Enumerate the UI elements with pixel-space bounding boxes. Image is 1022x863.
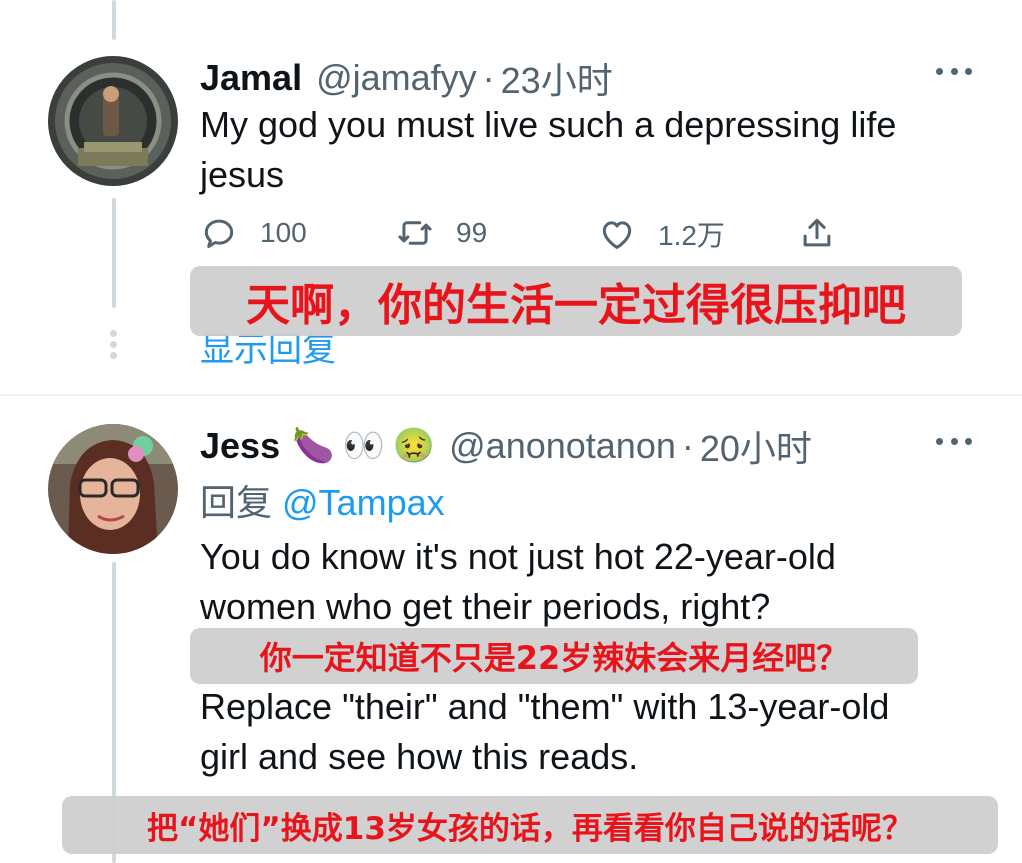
display-name[interactable]: Jamal xyxy=(200,57,302,99)
like-count: 1.2万 xyxy=(658,220,725,251)
separator-dot: · xyxy=(681,425,694,466)
share-button[interactable] xyxy=(798,214,836,252)
subtitle-caption: 你一定知道不只是22岁辣妹会来月经吧？ xyxy=(190,628,918,684)
tweet-text-line: jesus xyxy=(200,154,285,195)
more-icon[interactable] xyxy=(936,66,972,76)
tweet-text-line: women who get their periods, right? xyxy=(200,586,771,627)
reply-icon xyxy=(204,219,234,248)
tweet-actions: 100 99 1.2万 xyxy=(200,214,840,264)
thread-line-jamal xyxy=(112,198,116,308)
avatar-jess[interactable] xyxy=(48,424,178,554)
eggplant-emoji-icon: 🍆 xyxy=(292,427,335,465)
eyes-emoji-icon: 👀 xyxy=(342,427,385,465)
reply-label: 回复 xyxy=(200,482,273,523)
user-handle[interactable]: @anonotanon xyxy=(449,425,676,467)
mention-link[interactable]: @Tampax xyxy=(282,482,445,523)
separator-dot: · xyxy=(482,57,495,98)
tweet-header-jamal: Jamal @jamafyy · 23小时 xyxy=(200,52,613,104)
tweet-text: You do know it's not just hot 22-year-ol… xyxy=(200,532,836,632)
nauseated-face-emoji-icon: 🤢 xyxy=(392,427,436,465)
display-name[interactable]: Jess xyxy=(200,425,280,467)
replying-to: 回复 @Tampax xyxy=(200,474,445,526)
tweet-text: Replace "their" and "them" with 13-year-… xyxy=(200,682,889,782)
reply-count: 100 xyxy=(260,217,307,248)
retweet-button[interactable]: 99 xyxy=(396,214,487,252)
share-icon xyxy=(803,218,831,247)
tweet-text: My god you must live such a depressing l… xyxy=(200,100,896,200)
subtitle-caption: 把“她们”换成13岁女孩的话，再看看你自己说的话呢？ xyxy=(62,796,998,854)
avatar-jamal[interactable] xyxy=(48,56,178,186)
retweet-icon xyxy=(398,221,432,245)
tweet-text-line: girl and see how this reads. xyxy=(200,736,639,777)
more-icon[interactable] xyxy=(936,436,972,446)
thread-line-top xyxy=(112,0,116,40)
timestamp[interactable]: 20小时 xyxy=(700,420,812,472)
like-button[interactable]: 1.2万 xyxy=(598,214,725,254)
tweet-header-jess: Jess 🍆 👀 🤢 @anonotanon · 20小时 xyxy=(200,420,812,472)
thread-collapsed-dots xyxy=(110,330,118,363)
subtitle-caption: 天啊，你的生活一定过得很压抑吧 xyxy=(190,266,962,336)
user-handle[interactable]: @jamafyy xyxy=(316,57,477,99)
avatar-image-icon xyxy=(48,424,178,554)
tweet-text-line: You do know it's not just hot 22-year-ol… xyxy=(200,536,836,577)
timestamp[interactable]: 23小时 xyxy=(501,52,613,104)
heart-icon xyxy=(602,221,632,249)
tweet-text-line: My god you must live such a depressing l… xyxy=(200,104,897,145)
avatar-image-icon xyxy=(48,56,178,186)
retweet-count: 99 xyxy=(456,217,488,248)
tweet-text-line: Replace "their" and "them" with 13-year-… xyxy=(200,686,890,727)
tweet-divider xyxy=(0,394,1022,396)
reply-button[interactable]: 100 xyxy=(200,214,307,252)
